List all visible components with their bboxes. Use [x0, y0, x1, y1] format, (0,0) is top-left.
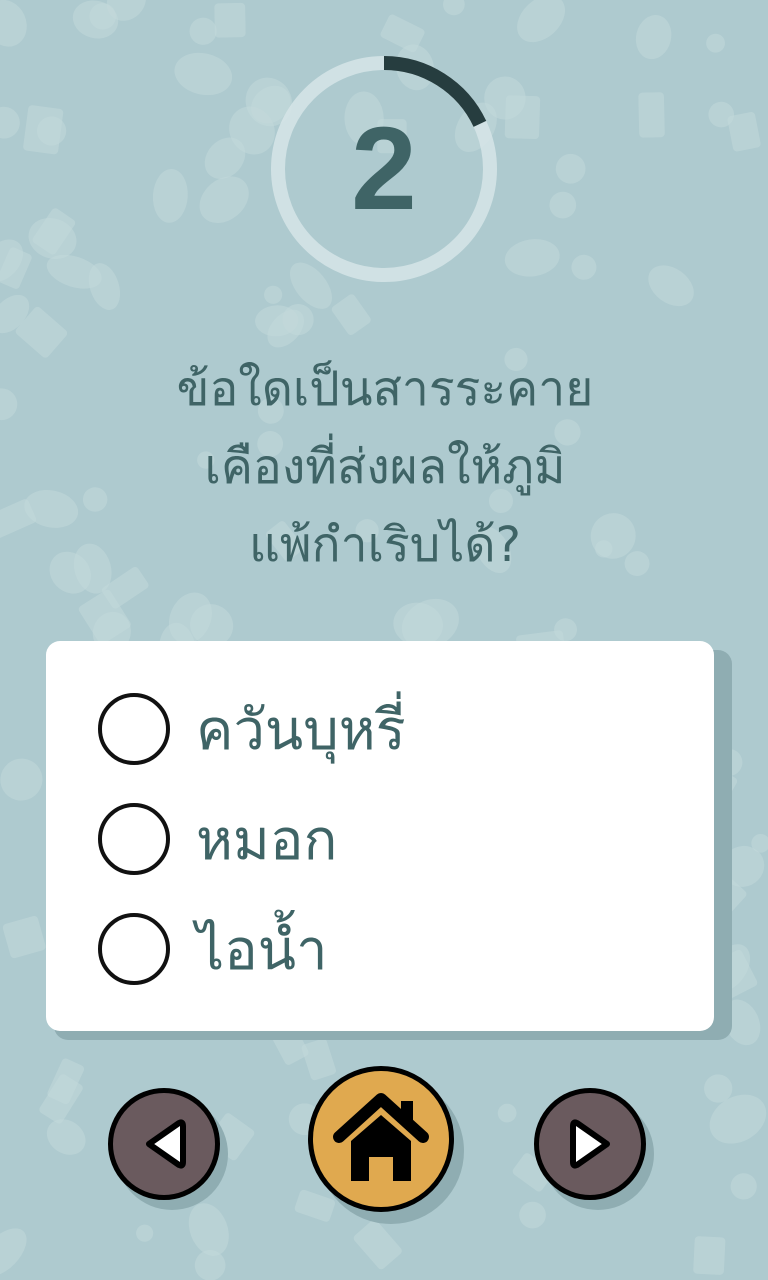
background-shape — [214, 2, 246, 38]
home-button[interactable] — [308, 1066, 454, 1212]
background-shape — [693, 1236, 726, 1275]
answer-option-1[interactable]: ควันบุหรี่ — [98, 684, 658, 774]
background-shape — [2, 915, 46, 959]
answer-label: ไอน้ำ — [196, 917, 328, 983]
background-shape — [497, 1103, 517, 1123]
question-line: แพ้กำเริบได้? — [248, 517, 522, 573]
background-shape — [555, 153, 586, 184]
triangle-right-icon — [570, 1119, 610, 1169]
triangle-left-icon — [146, 1119, 186, 1169]
radio-button[interactable] — [98, 913, 170, 985]
background-shape — [648, 265, 694, 307]
question-line: ข้อใดเป็นสารระคาย — [176, 361, 594, 417]
background-shape — [353, 1219, 402, 1270]
background-shape — [571, 254, 597, 280]
background-shape — [730, 1173, 757, 1200]
background-shape — [443, 0, 465, 16]
answer-label: หมอก — [196, 807, 338, 873]
background-shape — [517, 0, 566, 43]
background-shape — [635, 14, 672, 60]
background-shape — [706, 33, 725, 53]
radio-button[interactable] — [98, 693, 170, 765]
background-shape — [0, 0, 27, 47]
answer-card: ควันบุหรี่ หมอก ไอน้ำ — [46, 641, 714, 1031]
background-shape — [519, 1201, 546, 1229]
background-shape — [331, 294, 371, 335]
background-shape — [46, 1119, 86, 1155]
answer-label: ควันบุหรี่ — [196, 697, 406, 763]
question-text: ข้อใดเป็นสารระคาย เคืองที่ส่งผลให้ภูมิ แ… — [120, 350, 650, 584]
question-line: เคืองที่ส่งผลให้ภูมิ — [204, 439, 566, 495]
background-shape — [0, 106, 20, 139]
background-shape — [174, 52, 233, 96]
background-shape — [0, 388, 18, 421]
background-shape — [504, 239, 560, 277]
background-shape — [82, 487, 108, 512]
background-shape — [264, 285, 283, 304]
answer-option-3[interactable]: ไอน้ำ — [98, 904, 658, 994]
background-shape — [549, 191, 577, 219]
house-icon — [333, 1093, 429, 1181]
background-shape — [136, 1224, 154, 1242]
background-shape — [0, 758, 43, 801]
radio-button[interactable] — [98, 803, 170, 875]
background-shape — [194, 1249, 226, 1280]
background-shape — [638, 92, 665, 138]
countdown-timer: 2 — [268, 53, 500, 285]
answer-option-2[interactable]: หมอก — [98, 794, 658, 884]
background-shape — [0, 1228, 27, 1277]
next-button[interactable] — [534, 1088, 646, 1200]
background-shape — [24, 489, 79, 528]
background-shape — [504, 95, 541, 140]
prev-button[interactable] — [108, 1088, 220, 1200]
background-shape — [152, 168, 188, 223]
timer-number: 2 — [351, 103, 417, 235]
